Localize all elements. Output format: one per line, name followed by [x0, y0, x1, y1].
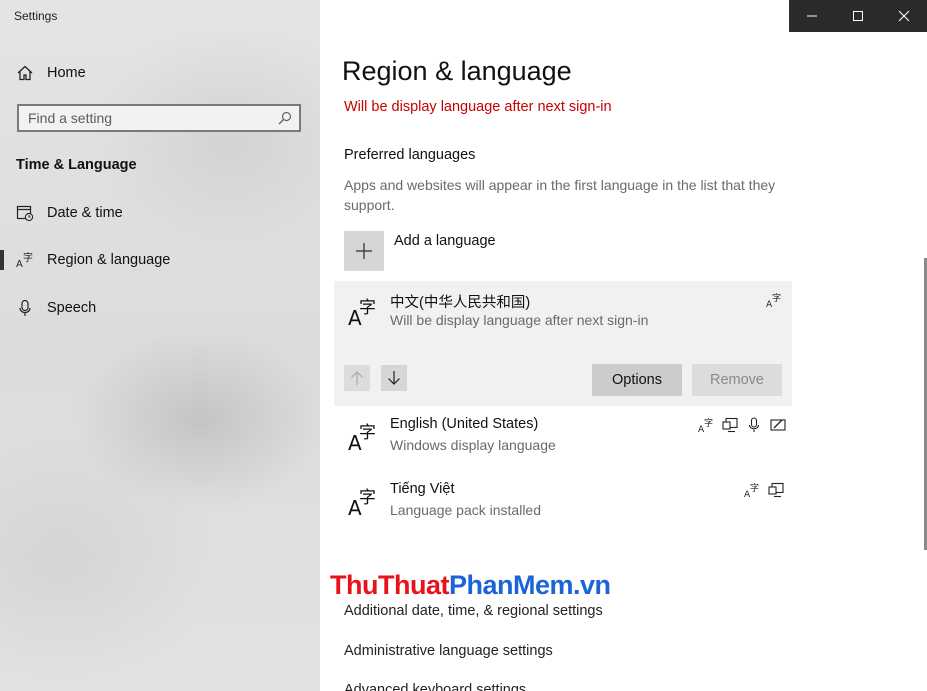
- plus-icon: [356, 243, 372, 259]
- warning-message: Will be display language after next sign…: [344, 99, 612, 115]
- link-additional-regional-settings[interactable]: Additional date, time, & regional settin…: [344, 603, 603, 619]
- svg-text:字: 字: [750, 482, 759, 494]
- svg-text:字: 字: [359, 423, 376, 443]
- svg-text:字: 字: [359, 488, 376, 508]
- language-glyph-icon: A字: [348, 423, 376, 452]
- svg-text:字: 字: [359, 298, 376, 318]
- preferred-languages-description: Apps and websites will appear in the fir…: [344, 177, 776, 213]
- close-icon: [898, 10, 910, 22]
- add-language-button[interactable]: [344, 231, 384, 271]
- navigation-pane: Settings Home Time & Language Date & tim…: [0, 0, 320, 691]
- handwriting-icon: [770, 419, 786, 431]
- arrow-down-icon: [388, 371, 400, 385]
- home-icon: [16, 64, 34, 82]
- language-features: A字: [698, 417, 786, 433]
- calendar-clock-icon: [16, 204, 34, 222]
- sidebar-item-date-time[interactable]: Date & time: [0, 195, 320, 231]
- svg-text:字: 字: [704, 417, 713, 429]
- search-box[interactable]: [17, 104, 301, 132]
- nav-home[interactable]: Home: [0, 55, 320, 91]
- svg-text:字: 字: [772, 292, 781, 304]
- language-status: Windows display language: [390, 437, 556, 453]
- move-down-button[interactable]: [381, 365, 407, 391]
- sidebar-item-region-language[interactable]: A字 Region & language: [0, 242, 320, 278]
- link-administrative-language-settings[interactable]: Administrative language settings: [344, 643, 553, 659]
- language-name: English (United States): [390, 416, 539, 432]
- language-status: Language pack installed: [390, 502, 542, 518]
- microphone-icon: [16, 299, 34, 317]
- watermark-logo: ThuThuatPhanMem.vn: [330, 570, 611, 600]
- language-features: A字: [744, 482, 784, 498]
- language-pack-icon: A字: [744, 482, 759, 498]
- language-icon: A字: [16, 251, 34, 269]
- language-row[interactable]: A字 Tiếng Việt Language pack installed A字: [334, 471, 792, 531]
- close-button[interactable]: [881, 0, 927, 32]
- window-title: Settings: [14, 9, 58, 23]
- move-up-button[interactable]: [344, 365, 370, 391]
- search-icon[interactable]: [278, 111, 292, 130]
- language-pack-icon: A字: [698, 417, 713, 433]
- page-title: Region & language: [342, 56, 572, 86]
- language-features: A字: [766, 292, 782, 308]
- caption-buttons: [789, 0, 927, 32]
- sidebar-item-label: Date & time: [47, 205, 123, 221]
- link-advanced-keyboard-settings[interactable]: Advanced keyboard settings: [344, 682, 526, 691]
- language-pack-icon: A字: [766, 292, 781, 308]
- language-name: Tiếng Việt: [390, 481, 455, 497]
- language-item-selected[interactable]: A字 中文(中华人民共和国) Will be display language …: [334, 281, 792, 406]
- arrow-up-icon: [351, 371, 363, 385]
- search-input[interactable]: [19, 106, 268, 130]
- svg-text:字: 字: [23, 251, 33, 264]
- options-button[interactable]: Options: [592, 364, 682, 396]
- display-language-icon: [722, 417, 738, 433]
- maximize-button[interactable]: [835, 0, 881, 32]
- minimize-button[interactable]: [789, 0, 835, 32]
- speech-icon: [748, 417, 760, 432]
- language-glyph-icon: A字: [348, 488, 376, 517]
- display-language-icon: [768, 482, 784, 498]
- language-name: 中文(中华人民共和国): [390, 295, 531, 311]
- maximize-icon: [853, 11, 863, 21]
- sidebar-item-label: Region & language: [47, 252, 171, 268]
- sidebar-item-speech[interactable]: Speech: [0, 290, 320, 326]
- nav-home-label: Home: [47, 65, 86, 81]
- minimize-icon: [807, 15, 817, 17]
- preferred-languages-heading: Preferred languages: [344, 147, 476, 163]
- sidebar-item-label: Speech: [47, 300, 97, 316]
- remove-button[interactable]: Remove: [692, 364, 782, 396]
- svg-text:A: A: [16, 259, 23, 269]
- language-row[interactable]: A字 English (United States) Windows displ…: [334, 406, 792, 466]
- language-row[interactable]: A字 中文(中华人民共和国) Will be display language …: [334, 281, 792, 341]
- language-glyph-icon: A字: [348, 298, 376, 327]
- nav-section-title: Time & Language: [16, 157, 137, 173]
- add-language-label[interactable]: Add a language: [394, 233, 496, 249]
- language-status: Will be display language after next sign…: [390, 312, 649, 328]
